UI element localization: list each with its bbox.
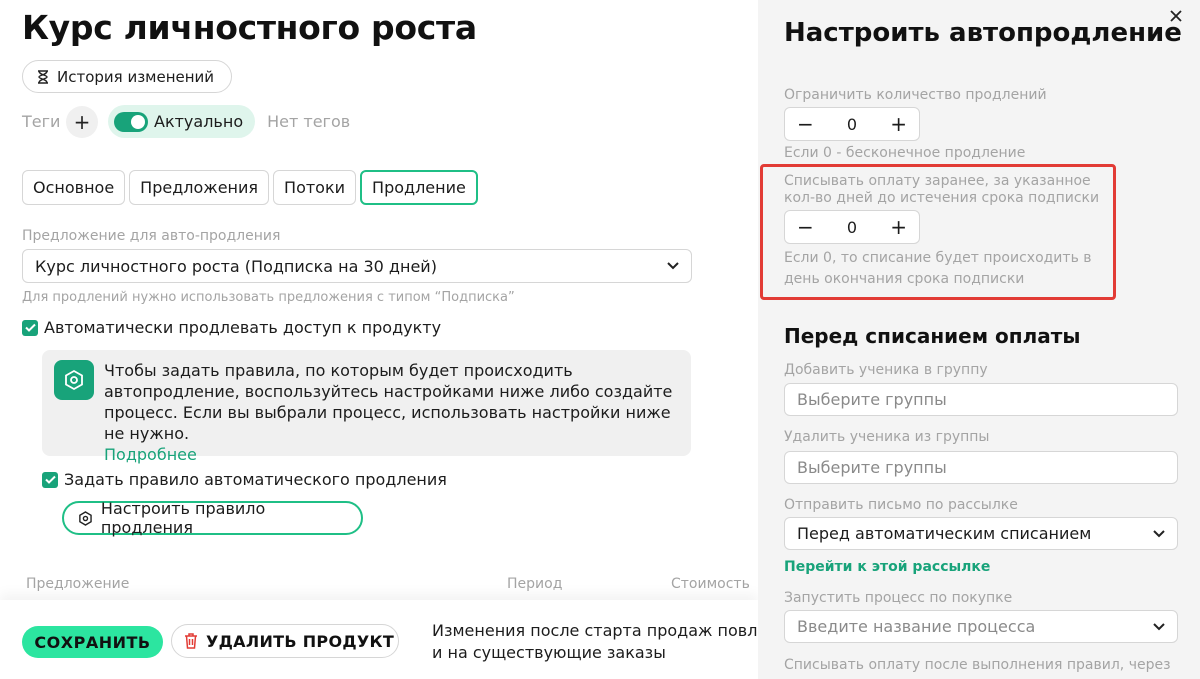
- mail-link[interactable]: Перейти к этой рассылке: [784, 559, 990, 575]
- bottom-note-line1: Изменения после старта продаж повлия: [432, 621, 758, 640]
- page-title: Курс личностного роста: [22, 8, 477, 47]
- limit-stepper[interactable]: − 0 +: [784, 107, 920, 141]
- history-button-label: История изменений: [57, 67, 215, 86]
- column-period: Период: [507, 576, 563, 592]
- bottom-note-line2: и на существующие заказы: [432, 643, 666, 662]
- set-rule-row[interactable]: Задать правило автоматического продления: [42, 470, 447, 489]
- actual-toggle-pill[interactable]: Актуально: [108, 105, 256, 138]
- after-rules-label: Списывать оплату после выполнения правил…: [784, 657, 1171, 673]
- hourglass-icon: [38, 69, 48, 84]
- no-tags-text: Нет тегов: [267, 112, 351, 131]
- offer-hint: Для продлений нужно использовать предлож…: [22, 290, 515, 305]
- plus-icon[interactable]: +: [890, 114, 907, 134]
- more-link[interactable]: Подробнее: [104, 445, 197, 464]
- offer-label: Предложение для авто-продления: [22, 228, 281, 244]
- tab-offers[interactable]: Предложения: [129, 170, 270, 205]
- main-content: Курс личностного роста История изменений…: [0, 0, 758, 679]
- add-group-label: Добавить ученика в группу: [784, 362, 988, 378]
- tab-streams[interactable]: Потоки: [273, 170, 357, 205]
- configure-rule-button[interactable]: Настроить правило продления: [62, 499, 363, 537]
- column-price: Стоимость: [671, 576, 750, 592]
- chevron-down-icon: [667, 262, 679, 270]
- mail-select[interactable]: Перед автоматическим списанием: [784, 517, 1178, 550]
- bottom-note: Изменения после старта продаж повлия и н…: [432, 620, 758, 664]
- remove-group-input[interactable]: Выберите группы: [784, 451, 1178, 484]
- highlight-box: [760, 164, 1116, 300]
- set-rule-checkbox[interactable]: [42, 471, 58, 488]
- save-button[interactable]: СОХРАНИТЬ: [22, 626, 163, 658]
- remove-group-placeholder: Выберите группы: [797, 458, 947, 477]
- check-icon: [44, 475, 56, 484]
- section-before-charge: Перед списанием оплаты: [784, 324, 1081, 348]
- hexagon-icon: [54, 360, 94, 400]
- add-group-placeholder: Выберите группы: [797, 390, 947, 409]
- delete-product-button[interactable]: УДАЛИТЬ ПРОДУКТ: [171, 624, 399, 658]
- set-rule-label: Задать правило автоматического продления: [64, 470, 447, 489]
- bottom-bar: СОХРАНИТЬ УДАЛИТЬ ПРОДУКТ Изменения посл…: [0, 600, 758, 679]
- tab-renewal[interactable]: Продление: [360, 170, 478, 205]
- tags-label: Теги: [22, 112, 61, 131]
- limit-label: Ограничить количество продлений: [784, 87, 1047, 103]
- mail-label: Отправить письмо по рассылке: [784, 497, 1018, 513]
- actual-label: Актуально: [154, 112, 244, 131]
- autorenew-panel: Настроить автопродление Ограничить колич…: [758, 0, 1200, 679]
- column-offer: Предложение: [26, 576, 130, 592]
- delete-product-label: УДАЛИТЬ ПРОДУКТ: [206, 631, 395, 651]
- tags-row: Теги + Актуально Нет тегов: [22, 105, 350, 138]
- info-text: Чтобы задать правила, по которым будет п…: [104, 360, 689, 465]
- minus-icon[interactable]: −: [797, 114, 814, 134]
- panel-title: Настроить автопродление: [784, 18, 1182, 48]
- chevron-down-icon: [1153, 529, 1165, 537]
- check-icon: [24, 323, 36, 332]
- info-box: Чтобы задать правила, по которым будет п…: [42, 350, 691, 464]
- process-placeholder: Введите название процесса: [797, 617, 1036, 636]
- trash-icon: [185, 633, 197, 649]
- offer-select[interactable]: Курс личностного роста (Подписка на 30 д…: [22, 249, 692, 283]
- add-tag-button[interactable]: +: [66, 105, 98, 138]
- tab-main[interactable]: Основное: [22, 170, 126, 205]
- offer-select-value: Курс личностного роста (Подписка на 30 д…: [35, 256, 437, 276]
- process-select[interactable]: Введите название процесса: [784, 610, 1178, 643]
- auto-renew-label: Автоматически продлевать доступ к продук…: [44, 318, 442, 337]
- auto-renew-checkbox[interactable]: [22, 319, 38, 336]
- chevron-down-icon: [1153, 622, 1165, 630]
- history-button[interactable]: История изменений: [22, 60, 232, 93]
- process-label: Запустить процесс по покупке: [784, 590, 1013, 606]
- configure-rule-label: Настроить правило продления: [100, 499, 266, 537]
- tabs: Основное Предложения Потоки Продление: [22, 170, 478, 205]
- info-text-body: Чтобы задать правила, по которым будет п…: [104, 361, 673, 443]
- limit-value[interactable]: 0: [847, 115, 857, 134]
- settings-hexagon-icon: [79, 510, 92, 526]
- auto-renew-row[interactable]: Автоматически продлевать доступ к продук…: [22, 318, 441, 337]
- limit-hint: Если 0 - бесконечное продление: [784, 145, 1026, 161]
- plus-icon: +: [73, 109, 91, 134]
- add-group-input[interactable]: Выберите группы: [784, 383, 1178, 416]
- mail-select-value: Перед автоматическим списанием: [797, 524, 1092, 543]
- remove-group-label: Удалить ученика из группы: [784, 429, 990, 445]
- actual-toggle[interactable]: [114, 111, 148, 132]
